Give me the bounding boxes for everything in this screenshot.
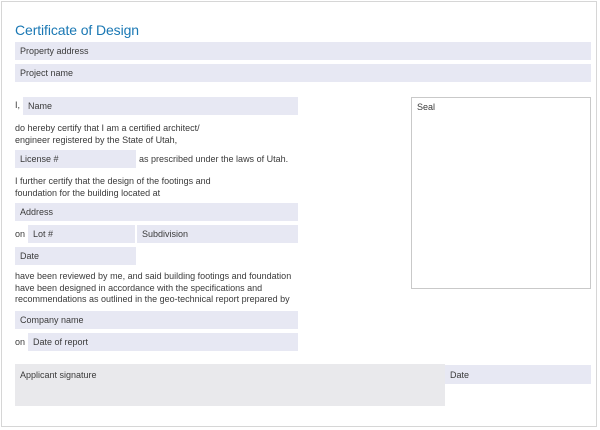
subdivision-field[interactable]: Subdivision xyxy=(137,225,298,243)
on-label-1: on xyxy=(15,229,26,239)
further-line-1: I further certify that the design of the… xyxy=(15,176,211,186)
date-of-report-field[interactable]: Date of report xyxy=(28,333,298,351)
project-name-field[interactable]: Project name xyxy=(15,64,591,82)
seal-box[interactable]: Seal xyxy=(411,97,591,289)
seal-label: Seal xyxy=(417,102,436,112)
certify-line-1: do hereby certify that I am a certified … xyxy=(15,123,200,133)
reviewed-line-1: have been reviewed by me, and said build… xyxy=(15,271,292,281)
prescribed-label: as prescribed under the laws of Utah. xyxy=(139,154,289,164)
company-name-field[interactable]: Company name xyxy=(15,311,298,329)
on-label-2: on xyxy=(15,337,26,347)
lot-field[interactable]: Lot # xyxy=(28,225,135,243)
signature-date-field[interactable]: Date xyxy=(445,365,591,384)
reviewed-line-3: recommendations as outlined in the geo-t… xyxy=(15,294,290,304)
i-label: I, xyxy=(15,100,21,110)
address-field[interactable]: Address xyxy=(15,203,298,221)
further-line-2: foundation for the building located at xyxy=(15,187,161,198)
applicant-signature-field[interactable]: Applicant signature xyxy=(15,364,445,406)
certificate-page: Certificate of Design Property address P… xyxy=(1,1,597,427)
date-field[interactable]: Date xyxy=(15,247,136,265)
property-address-field[interactable]: Property address xyxy=(15,42,591,60)
document-title: Certificate of Design xyxy=(15,22,139,38)
certify-line-2: engineer registered by the State of Utah… xyxy=(15,134,178,145)
license-field[interactable]: License # xyxy=(15,150,136,168)
name-field[interactable]: Name xyxy=(23,97,298,115)
reviewed-line-2: have been designed in accordance with th… xyxy=(15,282,263,293)
